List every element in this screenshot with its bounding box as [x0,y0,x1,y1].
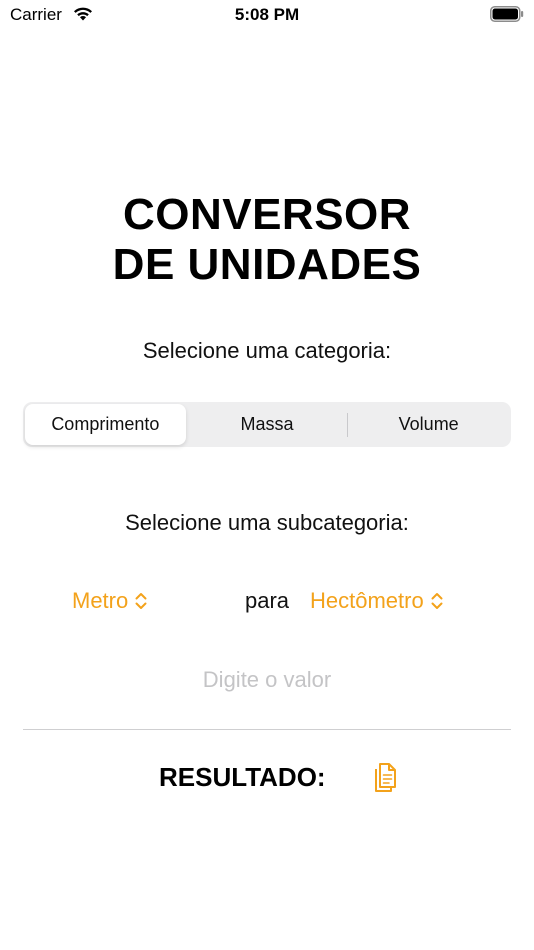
subcategory-prompt: Selecione uma subcategoria: [125,510,409,535]
to-unit-label: Hectômetro [310,588,424,613]
chevron-updown-icon [135,593,147,609]
chevron-updown-icon [431,593,443,609]
result-label: RESULTADO: [159,762,326,792]
segment-volume[interactable]: Volume [348,404,509,445]
title-line-1: CONVERSOR [122,190,412,239]
status-bar: Carrier 5:08 PM [0,0,534,30]
to-unit-picker[interactable]: Hectômetro [310,588,444,614]
category-prompt: Selecione uma categoria: [142,338,392,363]
from-unit-label: Metro [72,588,129,613]
from-unit-picker[interactable]: Metro [72,588,148,614]
segment-massa[interactable]: Massa [187,404,348,445]
status-time: 5:08 PM [234,5,300,24]
category-segmented-control[interactable]: Comprimento Massa Volume [23,402,511,447]
copy-icon[interactable] [370,760,400,794]
segment-comprimento[interactable]: Comprimento [25,404,186,445]
value-input[interactable] [23,662,511,698]
title-line-2: DE UNIDADES [112,240,422,289]
page-title: CONVERSOR DE UNIDADES [0,190,534,290]
unit-picker-row: para Metro Hectômetro [0,588,534,616]
battery-icon [490,6,524,22]
input-separator [23,729,511,730]
